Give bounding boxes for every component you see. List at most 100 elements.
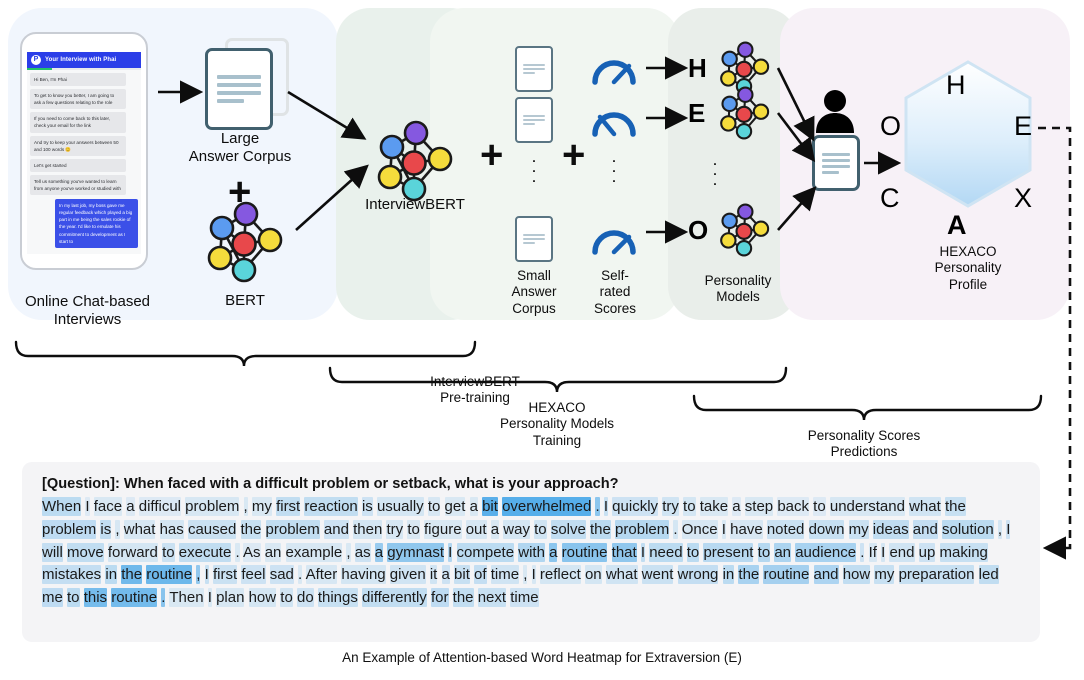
heatmap-token: to [407,519,420,539]
heatmap-token: example [285,542,343,562]
heatmap-token: difficul [138,497,181,516]
heatmap-token: usually [376,497,424,516]
bracket-label-prediction: Personality Scores Predictions [807,428,921,460]
heatmap-token: went [641,565,674,585]
heatmap-token: As [243,542,261,562]
heatmap-question: [Question]: When faced with a difficult … [42,476,1022,492]
heatmap-token: time [490,565,520,585]
heatmap-token: differently [362,588,427,608]
heatmap-token: to [813,497,826,516]
heatmap-token: then [353,519,383,539]
heatmap-token: If [868,542,877,562]
heatmap-token: me [42,588,63,608]
heatmap-token: problem [265,519,320,539]
heatmap-token: what [605,565,638,585]
heatmap-token: to [757,542,771,562]
heatmap-token: the [944,497,966,516]
heatmap-token: on [584,565,602,585]
heatmap-answer-text: When I face a difficul problem , my firs… [42,496,1022,610]
heatmap-token: Once [681,519,718,539]
figure-caption: An Example of Attention-based Word Heatm… [342,650,742,665]
heatmap-token: move [67,542,104,562]
heatmap-token: up [918,542,936,562]
heatmap-token: my [251,497,272,516]
heatmap-token: I [531,565,536,585]
heatmap-token: next [477,588,507,608]
heatmap-token: take [699,497,729,516]
heatmap-token: problem [615,519,670,539]
heatmap-token: get [444,497,466,516]
heatmap-token: of [474,565,487,585]
heatmap-token: I [1006,519,1011,539]
heatmap-token: my [848,519,869,539]
heatmap-token: I [204,565,209,585]
heatmap-token: , [997,519,1003,539]
heatmap-token: to [427,497,441,516]
heatmap-token: caused [187,519,237,539]
heatmap-token: preparation [898,565,975,585]
heatmap-token: this [83,588,108,608]
heatmap-token: is [361,497,373,516]
heatmap-token: gymnast [387,542,444,562]
heatmap-token: my [874,565,895,585]
heatmap-token: do [296,588,314,608]
heatmap-token: a [441,565,450,585]
heatmap-token: out [465,519,487,539]
heatmap-token: figure [424,519,462,539]
heatmap-token: step [744,497,774,516]
heatmap-token: . [595,497,600,516]
heatmap-token: need [649,542,683,562]
heatmap-token: the [240,519,262,539]
heatmap-token: problem [185,497,240,516]
heatmap-token: how [842,565,871,585]
heatmap-token: as [354,542,371,562]
heatmap-token: having [341,565,386,585]
heatmap-token: to [534,519,547,539]
heatmap-token: problem [42,519,97,539]
heatmap-example-card: [Question]: When faced with a difficult … [22,462,1040,642]
heatmap-token: a [732,497,741,516]
heatmap-token: I [881,542,886,562]
heatmap-token: solve [550,519,586,539]
heatmap-token: led [978,565,999,585]
heatmap-token: forward [107,542,158,562]
heatmap-token: how [248,588,277,608]
heatmap-token: in [722,565,735,585]
heatmap-token: what [909,497,941,516]
heatmap-token: a [374,542,384,562]
heatmap-token: routine [561,542,608,562]
heatmap-token: . [161,588,166,608]
heatmap-token: an [264,542,282,562]
heatmap-token: , [196,565,201,585]
heatmap-token: end [889,542,915,562]
heatmap-token: Then [169,588,204,608]
heatmap-token: solution [942,519,994,539]
heatmap-token: plan [216,588,245,608]
heatmap-token: present [703,542,754,562]
heatmap-token: , [523,565,528,585]
heatmap-token: and [813,565,839,585]
heatmap-token: down [808,519,845,539]
heatmap-token: reflect [539,565,581,585]
heatmap-token: the [738,565,760,585]
heatmap-token: the [590,519,611,539]
heatmap-token: I [603,497,608,516]
heatmap-token: mistakes [42,565,102,585]
heatmap-token: have [730,519,763,539]
heatmap-token: back [777,497,809,516]
heatmap-token: the [121,565,143,585]
heatmap-token: I [721,519,726,539]
heatmap-token: time [510,588,539,608]
heatmap-token: an [774,542,792,562]
heatmap-token: a [490,519,500,539]
heatmap-token: execute [178,542,232,562]
heatmap-token: it [429,565,438,585]
heatmap-token: will [42,542,63,562]
heatmap-token: to [683,497,696,516]
heatmap-token: way [503,519,530,539]
heatmap-token: , [115,519,120,539]
heatmap-token: and [912,519,938,539]
heatmap-token: routine [146,565,193,585]
heatmap-token: the [452,588,474,608]
heatmap-token: I [207,588,212,608]
